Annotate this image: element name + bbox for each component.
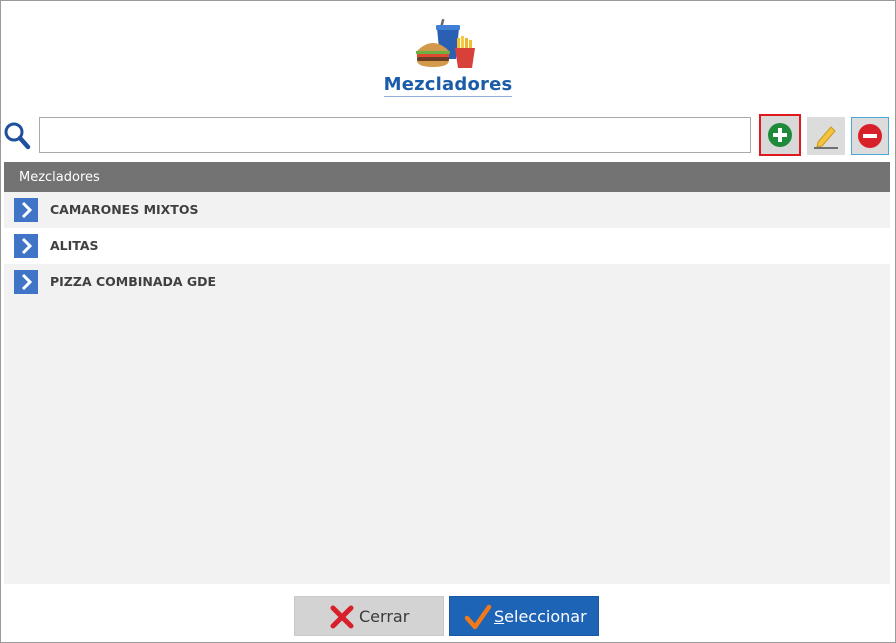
select-button-label: Seleccionar [494,607,587,626]
list-item[interactable]: PIZZA COMBINADA GDE [4,264,890,300]
plus-circle-icon [768,123,792,147]
chevron-right-icon[interactable] [14,198,38,222]
edit-button[interactable] [807,117,845,155]
minus-circle-icon [858,124,882,148]
fast-food-icon [416,18,475,68]
close-icon [330,605,354,629]
close-button[interactable]: Cerrar [294,596,444,636]
search-icon [4,122,31,150]
list-item-label: CAMARONES MIXTOS [50,202,199,217]
close-button-label: Cerrar [359,607,410,626]
add-button[interactable] [759,114,801,156]
list-item[interactable]: ALITAS [4,228,890,264]
list-item-label: ALITAS [50,238,99,253]
checkmark-icon [464,604,492,630]
pencil-icon [814,126,838,149]
list-header: Mezcladores [4,162,890,192]
dialog-title: Mezcladores [383,74,513,97]
search-input[interactable] [39,117,751,153]
select-button[interactable]: Seleccionar [449,596,599,636]
delete-button[interactable] [851,117,889,155]
list-item[interactable]: CAMARONES MIXTOS [4,192,890,228]
chevron-right-icon[interactable] [14,234,38,258]
list-item-label: PIZZA COMBINADA GDE [50,274,217,289]
list-body: CAMARONES MIXTOS ALITAS PIZZA COMBINADA … [4,192,890,584]
chevron-right-icon[interactable] [14,270,38,294]
